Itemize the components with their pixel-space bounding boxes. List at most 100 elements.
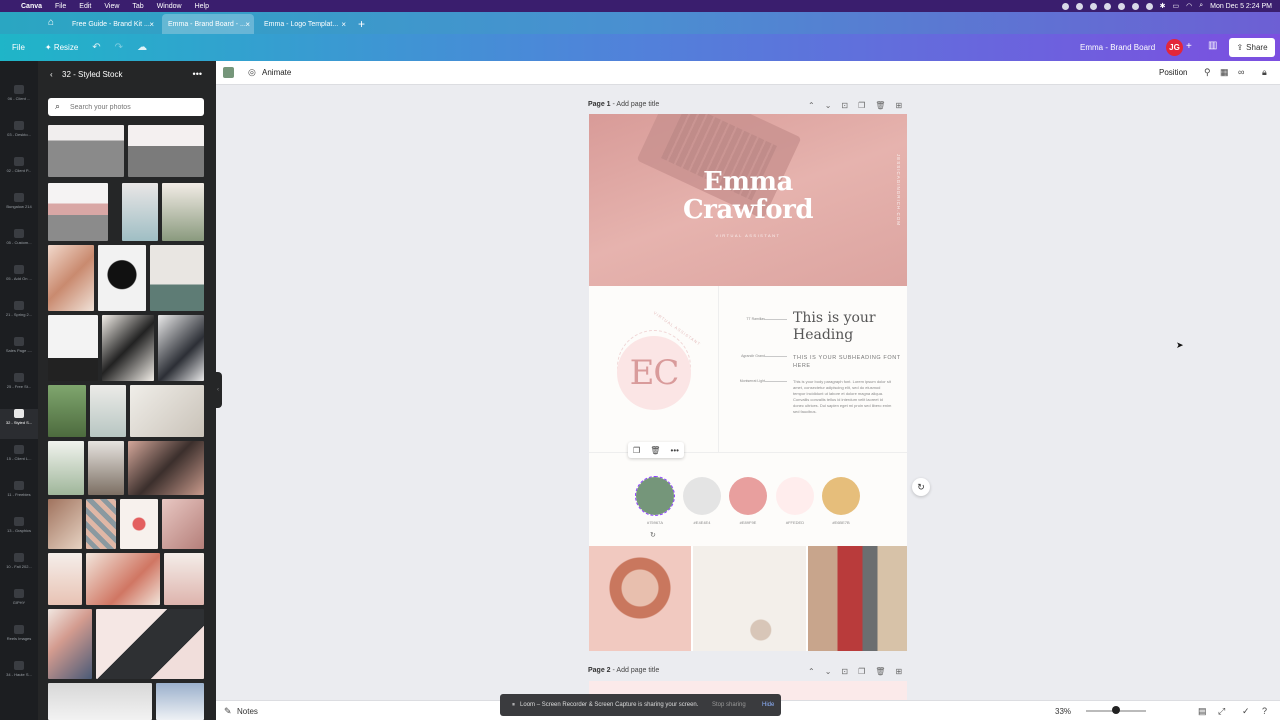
search-icon[interactable]: ⌕ xyxy=(1199,2,1203,10)
transparency-icon[interactable]: ▦ xyxy=(1220,67,1229,78)
tab-free-guide[interactable]: Free Guide - Brand Kit ... × xyxy=(66,14,158,34)
rail-item-giphy[interactable]: GIPHY xyxy=(0,589,38,619)
color-swatch-button[interactable] xyxy=(223,67,234,78)
brand-name[interactable]: Emma Crawford xyxy=(589,168,907,224)
photo-thumbnail[interactable] xyxy=(128,441,204,495)
photo-thumbnail[interactable] xyxy=(86,553,160,605)
photo-thumbnail[interactable] xyxy=(48,683,152,720)
heading-sample[interactable]: This is your Heading xyxy=(793,310,903,344)
rail-item-10-fall[interactable]: 10 - Fall 202... xyxy=(0,553,38,583)
undo-icon[interactable]: ↶ xyxy=(92,42,100,53)
rail-item-21-spring[interactable]: 21 - Spring 2... xyxy=(0,301,38,331)
status-icon[interactable] xyxy=(1103,2,1111,10)
blossom-photo[interactable] xyxy=(693,546,806,651)
status-icon[interactable] xyxy=(1131,2,1139,10)
tab-brand-board[interactable]: Emma - Brand Board - ... × xyxy=(162,14,254,34)
photo-thumbnail[interactable] xyxy=(102,315,154,381)
paint-format-icon[interactable]: ⚲ xyxy=(1204,67,1211,78)
rail-item-05-addon[interactable]: 05 - Add On ... xyxy=(0,265,38,295)
bluetooth-icon[interactable]: ✱ xyxy=(1160,2,1166,10)
stop-sharing-button[interactable]: Stop sharing xyxy=(712,702,746,708)
zoom-level[interactable]: 33% xyxy=(1055,707,1071,716)
photo-thumbnail[interactable] xyxy=(98,245,146,311)
logo-section[interactable]: EC VIRTUAL ASSISTANT xyxy=(589,286,719,452)
close-icon[interactable]: × xyxy=(245,20,250,29)
rail-item-reels[interactable]: Reels Images xyxy=(0,625,38,655)
photo-thumbnail[interactable] xyxy=(48,245,94,311)
menu-window[interactable]: Window xyxy=(157,3,182,10)
insights-icon[interactable]: ▥ xyxy=(1208,40,1217,51)
position-button[interactable]: Position xyxy=(1159,68,1187,77)
redo-icon[interactable]: ↷ xyxy=(115,42,123,53)
photo-thumbnail[interactable] xyxy=(156,683,204,720)
photo-thumbnail[interactable] xyxy=(48,125,124,177)
photo-thumbnail[interactable] xyxy=(122,183,158,241)
building-photo[interactable] xyxy=(808,546,907,651)
share-button[interactable]: ⇪ Share xyxy=(1229,38,1275,57)
color-circle[interactable] xyxy=(776,477,814,515)
wifi-icon[interactable]: ◠ xyxy=(1186,2,1192,10)
animate-button[interactable]: Animate xyxy=(262,68,291,77)
color-circle[interactable] xyxy=(683,477,721,515)
notes-button[interactable]: Notes xyxy=(237,707,258,716)
duplicate-icon[interactable]: ❐ xyxy=(858,667,865,676)
chevron-up-icon[interactable]: ⌃ xyxy=(808,667,815,676)
photo-thumbnail[interactable] xyxy=(158,315,204,381)
refresh-icon[interactable]: ↻ xyxy=(912,478,930,496)
trash-icon[interactable]: 🗑︎ xyxy=(875,101,885,110)
status-icon[interactable] xyxy=(1145,2,1153,10)
photo-thumbnail[interactable] xyxy=(130,385,204,437)
menu-clock[interactable]: Mon Dec 5 2:24 PM xyxy=(1210,3,1272,10)
selection-outline[interactable] xyxy=(635,476,675,516)
photo-thumbnail[interactable] xyxy=(48,385,86,437)
trash-icon[interactable]: 🗑︎ xyxy=(875,667,885,676)
photo-thumbnail[interactable] xyxy=(96,609,204,679)
photo-thumbnail[interactable] xyxy=(48,315,98,381)
hero-section[interactable]: Emma Crawford VIRTUAL ASSISTANT JESSICAG… xyxy=(589,114,907,286)
status-icon[interactable] xyxy=(1061,2,1069,10)
portrait-photo[interactable] xyxy=(589,546,691,651)
status-icon[interactable] xyxy=(1075,2,1083,10)
photo-thumbnail[interactable] xyxy=(88,441,124,495)
color-palette-section[interactable]: #75967A #E4E4E4 #E89F9E #FFEDED #E6BE7B xyxy=(589,452,907,546)
lock-icon[interactable]: ⊡ xyxy=(841,101,848,110)
photo-thumbnail[interactable] xyxy=(164,553,204,605)
rail-item-bungalow[interactable]: Bungalow 214 xyxy=(0,193,38,223)
more-options-icon[interactable]: ••• xyxy=(193,69,202,79)
avatar[interactable]: JG xyxy=(1166,39,1183,56)
status-icon[interactable] xyxy=(1089,2,1097,10)
rail-item-34-haute[interactable]: 34 - Haute S... xyxy=(0,661,38,691)
rail-item-25-free[interactable]: 25 - Free St... xyxy=(0,373,38,403)
cloud-save-icon[interactable]: ☁ xyxy=(137,42,147,53)
chevron-down-icon[interactable]: ⌄ xyxy=(825,667,832,676)
home-icon[interactable]: ⌂ xyxy=(48,17,59,28)
rail-item-13-graphics[interactable]: 13 - Graphics xyxy=(0,517,38,547)
menu-edit[interactable]: Edit xyxy=(79,3,91,10)
brand-website[interactable]: JESSICAGINGRICH.COM xyxy=(893,154,901,244)
menu-view[interactable]: View xyxy=(104,3,119,10)
logo-circle[interactable]: EC xyxy=(617,336,691,410)
color-circle[interactable] xyxy=(729,477,767,515)
rail-item-15-client[interactable]: 15 - Client L... xyxy=(0,445,38,475)
page-title-input[interactable]: Add page title xyxy=(616,667,659,674)
chevron-up-icon[interactable]: ⌃ xyxy=(808,101,815,110)
trash-icon[interactable]: 🗑︎ xyxy=(650,446,660,455)
photo-thumbnail[interactable] xyxy=(48,553,82,605)
more-options-icon[interactable]: ••• xyxy=(671,446,679,455)
menu-tab[interactable]: Tab xyxy=(132,3,143,10)
body-sample[interactable]: This is your body paragraph font. Lorem … xyxy=(793,379,893,415)
rail-item-02-client[interactable]: 02 - Client P... xyxy=(0,157,38,187)
duplicate-icon[interactable]: ❐ xyxy=(858,101,865,110)
photo-thumbnail[interactable] xyxy=(120,499,158,549)
tab-logo-template[interactable]: Emma - Logo Templat... × xyxy=(258,14,350,34)
photo-thumbnail[interactable] xyxy=(162,499,204,549)
rail-item-32-styled[interactable]: 32 - Styled S... xyxy=(0,409,38,439)
battery-icon[interactable]: ▭ xyxy=(1172,2,1179,10)
check-icon[interactable]: ✓ xyxy=(1242,706,1250,717)
page-grid-icon[interactable]: ▤ xyxy=(1198,706,1207,717)
duplicate-icon[interactable]: ❐ xyxy=(633,446,640,455)
close-icon[interactable]: × xyxy=(149,20,154,29)
link-icon[interactable]: ∞ xyxy=(1238,67,1244,77)
photo-thumbnail[interactable] xyxy=(150,245,204,311)
rail-item-03-desktop[interactable]: 03 - Deskto... xyxy=(0,121,38,151)
